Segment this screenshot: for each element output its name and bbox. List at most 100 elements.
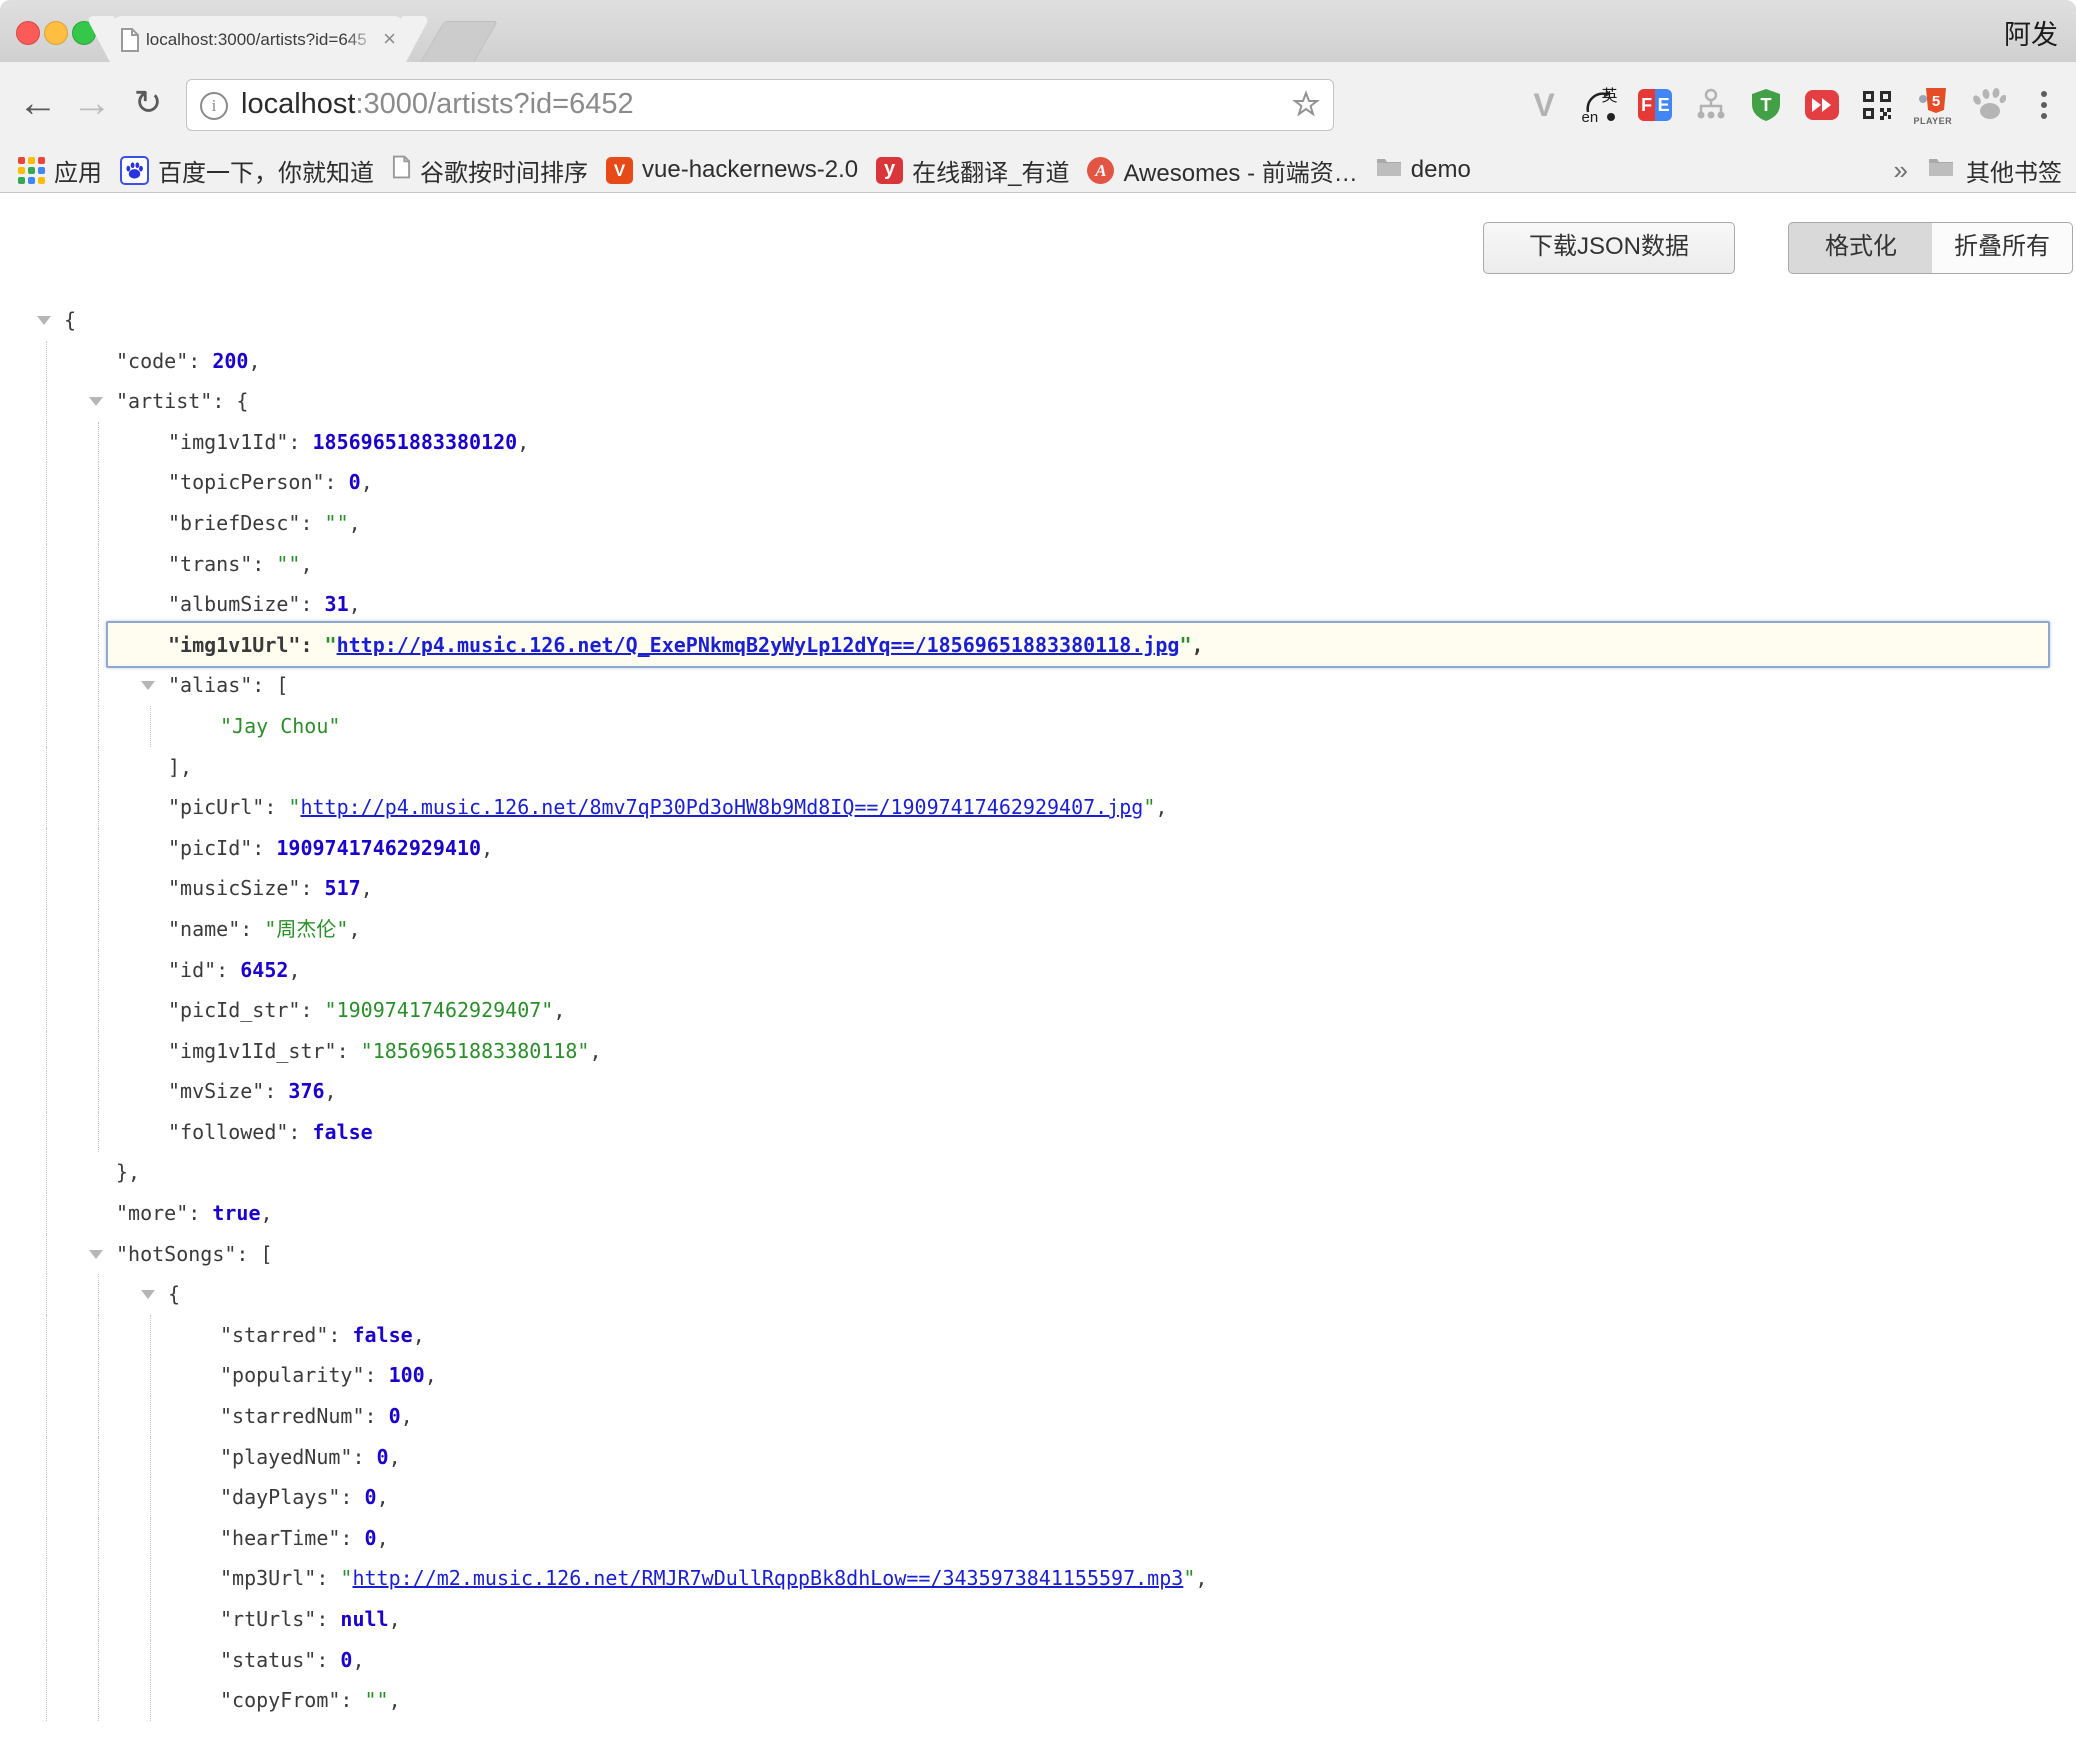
json-comma: , — [352, 1648, 364, 1672]
tab-close-icon[interactable]: × — [377, 16, 402, 63]
json-comma: , — [413, 1323, 425, 1347]
extensions-row: V 英 en FE T — [1524, 62, 2064, 148]
json-comma: , — [1155, 795, 1167, 819]
json-bracket: } — [116, 1160, 128, 1184]
json-value-number: 376 — [288, 1079, 324, 1103]
json-value-number: 6452 — [240, 958, 288, 982]
html5-player-icon[interactable]: 5 PLAYER — [1913, 79, 1953, 131]
address-bar[interactable]: i localhost:3000/artists?id=6452 — [186, 79, 1334, 131]
json-line: }, — [0, 1152, 2076, 1193]
json-value-number: 19097417462929410 — [276, 836, 481, 860]
bookmark-vue-hackernews[interactable]: V vue-hackernews-2.0 — [606, 156, 858, 184]
json-line: "code": 200, — [0, 341, 2076, 382]
browser-tab[interactable]: localhost:3000/artists?id=645 × — [112, 16, 404, 63]
json-line: "img1v1Id_str": "18569651883380118", — [0, 1031, 2076, 1072]
download-json-button[interactable]: 下载JSON数据 — [1483, 222, 1735, 274]
json-colon: : — [328, 1323, 352, 1347]
json-comma: , — [325, 1079, 337, 1103]
back-button[interactable]: ← — [12, 62, 64, 148]
json-value-number: 0 — [377, 1445, 389, 1469]
json-key: "id" — [168, 958, 216, 982]
json-link-url[interactable]: http://m2.music.126.net/RMJR7wDullRqppBk… — [352, 1566, 1183, 1590]
qrcode-icon[interactable] — [1857, 79, 1897, 131]
browser-window: localhost:3000/artists?id=645 × 阿发 ← → ↻… — [0, 0, 2076, 1754]
browser-menu-icon[interactable] — [2024, 79, 2064, 131]
json-colon: : — [216, 958, 240, 982]
sitemap-icon[interactable] — [1691, 79, 1731, 131]
json-line: "img1v1Id": 18569651883380120, — [0, 422, 2076, 463]
json-line: "more": true, — [0, 1193, 2076, 1234]
bookmarks-overflow-icon[interactable]: » — [1894, 155, 1908, 186]
page-info-icon[interactable]: i — [200, 92, 228, 120]
bookmark-star-icon[interactable] — [1289, 85, 1323, 130]
json-key: "picUrl" — [168, 795, 264, 819]
new-tab-button[interactable] — [420, 21, 498, 63]
json-line: "starred": false, — [0, 1315, 2076, 1356]
json-key: "picId_str" — [168, 998, 300, 1022]
json-line: "hearTime": 0, — [0, 1518, 2076, 1559]
json-colon: : — [288, 1120, 312, 1144]
vue-devtools-icon[interactable]: V — [1524, 79, 1564, 131]
paw-icon[interactable] — [1968, 79, 2008, 131]
json-comma: , — [349, 592, 361, 616]
json-tree: { "code": 200,"artist": {"img1v1Id": 1856… — [0, 300, 2076, 1721]
profile-name[interactable]: 阿发 — [2004, 13, 2058, 52]
bookmark-google-sort[interactable]: 谷歌按时间排序 — [392, 153, 588, 188]
close-window-button[interactable] — [16, 21, 40, 45]
fehelper-icon[interactable]: FE — [1635, 79, 1675, 131]
other-bookmarks[interactable]: 其他书签 — [1966, 153, 2062, 188]
json-value-string: "18569651883380118" — [361, 1039, 590, 1063]
bookmark-demo-folder[interactable]: demo — [1376, 156, 1471, 184]
json-line: "followed": false — [0, 1112, 2076, 1153]
awesomes-icon: A — [1087, 157, 1114, 184]
json-colon: : — [337, 1039, 361, 1063]
json-line: "picId_str": "19097417462929407", — [0, 990, 2076, 1031]
json-line: "name": "周杰伦", — [0, 909, 2076, 950]
shield-t-icon[interactable]: T — [1746, 79, 1786, 131]
url-text[interactable]: localhost:3000/artists?id=6452 — [241, 80, 634, 130]
translate-icon[interactable]: 英 en — [1580, 79, 1620, 131]
json-comma: , — [481, 836, 493, 860]
json-value-string: "Jay Chou" — [220, 714, 340, 738]
bookmark-awesomes[interactable]: A Awesomes - 前端资… — [1087, 153, 1357, 188]
json-colon: : — [316, 1566, 340, 1590]
json-quote: " — [1183, 1566, 1195, 1590]
json-line: "albumSize": 31, — [0, 584, 2076, 625]
collapse-all-button[interactable]: 折叠所有 — [1932, 222, 2073, 274]
json-key: "mp3Url" — [220, 1566, 316, 1590]
json-line: "artist": { — [0, 381, 2076, 422]
json-colon: : — [352, 1445, 376, 1469]
json-colon: : — [325, 470, 349, 494]
bookmark-apps[interactable]: 应用 — [18, 153, 102, 188]
json-key: "dayPlays" — [220, 1485, 340, 1509]
reload-button[interactable]: ↻ — [122, 62, 174, 148]
fast-forward-icon[interactable] — [1802, 79, 1842, 131]
bookmark-baidu[interactable]: 百度一下，你就知道 — [120, 153, 374, 188]
format-button[interactable]: 格式化 — [1788, 222, 1934, 274]
toolbar: ← → ↻ i localhost:3000/artists?id=6452 V… — [0, 62, 2076, 148]
json-colon: : — [264, 1079, 288, 1103]
json-key: "musicSize" — [168, 876, 300, 900]
json-line: "briefDesc": "", — [0, 503, 2076, 544]
page-icon — [392, 155, 411, 186]
json-line: "mp3Url": "http://m2.music.126.net/RMJR7… — [0, 1558, 2076, 1599]
json-line: "popularity": 100, — [0, 1355, 2076, 1396]
json-bracket: [ — [261, 1242, 273, 1266]
json-link-url[interactable]: http://p4.music.126.net/8mv7qP30Pd3oHW8b… — [300, 795, 1143, 819]
json-link-url[interactable]: http://p4.music.126.net/Q_ExePNkmqB2yWyL… — [337, 633, 1180, 657]
json-comma: , — [589, 1039, 601, 1063]
json-key: "hearTime" — [220, 1526, 340, 1550]
apps-grid-icon — [18, 157, 45, 184]
json-comma: , — [300, 552, 312, 576]
tab-strip: localhost:3000/artists?id=645 × 阿发 — [0, 0, 2076, 63]
json-line: { — [0, 1274, 2076, 1315]
bookmark-youdao[interactable]: y 在线翻译_有道 — [876, 153, 1069, 188]
json-line: "trans": "", — [0, 544, 2076, 585]
minimize-window-button[interactable] — [44, 21, 68, 45]
player-caption: PLAYER — [1913, 116, 1952, 126]
forward-button[interactable]: → — [66, 62, 118, 148]
json-key: "trans" — [168, 552, 252, 576]
json-colon: : — [300, 998, 324, 1022]
page-content: 下载JSON数据 格式化 折叠所有 { "code": 200,"artist":… — [0, 193, 2076, 1754]
json-key: "rtUrls" — [220, 1607, 316, 1631]
